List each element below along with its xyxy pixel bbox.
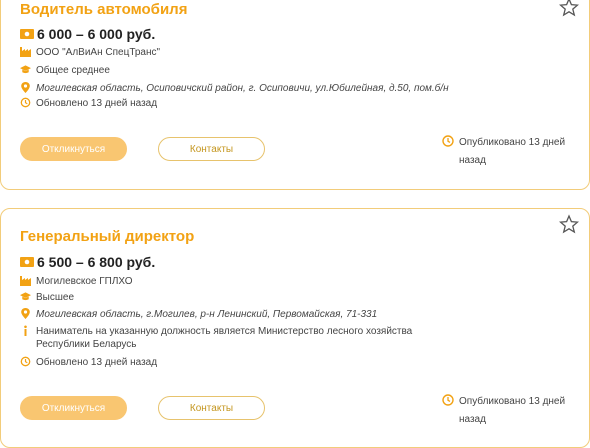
- education-row: Общее среднее: [20, 64, 110, 77]
- money-icon: [20, 29, 34, 39]
- address-row: Могилевская область, Осиповичский район,…: [20, 82, 449, 95]
- company-name[interactable]: ООО "АлВиАн СпецТранс": [36, 46, 160, 59]
- building-icon: [20, 276, 31, 286]
- address-row: Могилевская область, г.Могилев, р-н Лени…: [20, 308, 377, 321]
- updated-text: Обновлено 13 дней назад: [36, 98, 158, 109]
- contacts-button[interactable]: Контакты: [158, 396, 265, 420]
- updated-row: Обновлено 13 дней назад: [20, 97, 157, 110]
- company-row: ООО "АлВиАн СпецТранс": [20, 46, 160, 59]
- company-row: Могилевское ГПЛХО: [20, 275, 133, 288]
- published-text: Опубликовано 13 дней назад: [459, 137, 566, 166]
- location-pin-icon: [21, 82, 30, 93]
- graduation-cap-icon: [20, 65, 31, 74]
- clock-icon: [442, 135, 454, 147]
- published-info: Опубликовано 13 дней назад: [442, 134, 582, 170]
- star-icon[interactable]: [559, 214, 579, 234]
- vacancy-card: Водитель автомобиля 6 000 – 6 000 руб. О…: [0, 0, 590, 190]
- building-icon: [20, 47, 31, 57]
- vacancy-title[interactable]: Водитель автомобиля: [20, 1, 187, 18]
- salary: 6 000 – 6 000 руб.: [20, 26, 155, 42]
- info-icon: [24, 325, 27, 336]
- company-name[interactable]: Могилевское ГПЛХО: [36, 275, 133, 288]
- published-info: Опубликовано 13 дней назад: [442, 393, 582, 429]
- salary: 6 500 – 6 800 руб.: [20, 254, 155, 270]
- salary-text: 6 500 – 6 800 руб.: [37, 254, 156, 270]
- vacancy-title[interactable]: Генеральный директор: [20, 228, 194, 245]
- address-text: Могилевская область, г.Могилев, р-н Лени…: [36, 309, 378, 320]
- vacancy-card: Генеральный директор 6 500 – 6 800 руб. …: [0, 208, 590, 448]
- updated-row: Обновлено 13 дней назад: [20, 356, 157, 369]
- published-text: Опубликовано 13 дней назад: [459, 396, 566, 425]
- updated-text: Обновлено 13 дней назад: [36, 357, 158, 368]
- clock-icon: [442, 394, 454, 406]
- graduation-cap-icon: [20, 292, 31, 301]
- apply-button[interactable]: Откликнуться: [20, 137, 127, 161]
- refresh-icon: [20, 356, 31, 367]
- location-pin-icon: [21, 308, 30, 319]
- note-text: Наниматель на указанную должность являет…: [36, 326, 413, 350]
- education-level: Общее среднее: [36, 65, 110, 76]
- note-row: Наниматель на указанную должность являет…: [20, 325, 420, 351]
- contacts-button[interactable]: Контакты: [158, 137, 265, 161]
- salary-text: 6 000 – 6 000 руб.: [37, 26, 156, 42]
- education-row: Высшее: [20, 291, 74, 304]
- star-icon[interactable]: [559, 0, 579, 17]
- refresh-icon: [20, 97, 31, 108]
- apply-button[interactable]: Откликнуться: [20, 396, 127, 420]
- address-text: Могилевская область, Осиповичский район,…: [36, 83, 449, 94]
- money-icon: [20, 257, 34, 267]
- education-level: Высшее: [36, 292, 75, 303]
